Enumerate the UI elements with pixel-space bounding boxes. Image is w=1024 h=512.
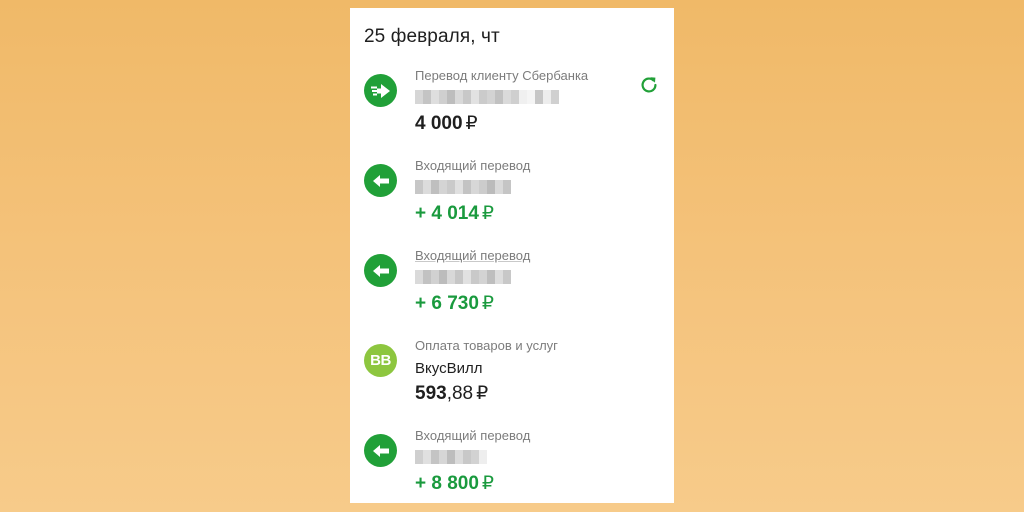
- amount-integer: 593: [415, 383, 447, 404]
- transaction-item[interactable]: Входящий перевод + 8 800 ₽: [350, 428, 674, 503]
- amount-fraction: ,88: [446, 383, 474, 404]
- currency-symbol: ₽: [481, 473, 495, 494]
- transaction-amount: 4 000 ₽: [415, 112, 478, 135]
- currency-symbol: ₽: [481, 203, 495, 224]
- transaction-amount: + 6 730 ₽: [415, 292, 494, 315]
- arrow-left-icon: [364, 434, 397, 467]
- amount-value: + 8 800: [415, 473, 479, 494]
- transaction-category: Перевод клиенту Сбербанка: [415, 68, 589, 83]
- amount-value: + 6 730: [415, 293, 479, 314]
- vkusvill-logo-text: BB: [370, 352, 391, 369]
- currency-symbol: ₽: [476, 383, 489, 404]
- sender-name-blurred: [415, 270, 511, 284]
- arrow-left-icon: [364, 164, 397, 197]
- transaction-item[interactable]: Входящий перевод + 4 014 ₽: [350, 158, 674, 238]
- repeat-icon[interactable]: [638, 74, 660, 96]
- arrow-left-icon: [364, 254, 397, 287]
- merchant-name: ВкусВилл: [415, 360, 483, 377]
- date-header: 25 февраля, чт: [364, 26, 500, 47]
- transactions-card: 25 февраля, чт Перевод клиенту Сбербанка…: [350, 8, 674, 503]
- transaction-amount: + 8 800 ₽: [415, 472, 494, 495]
- recipient-name-blurred: [415, 90, 559, 104]
- vkusvill-logo-icon: BB: [364, 344, 397, 377]
- currency-symbol: ₽: [481, 293, 495, 314]
- transaction-category: Входящий перевод: [415, 428, 531, 443]
- transaction-item[interactable]: BB Оплата товаров и услуг ВкусВилл 593,8…: [350, 338, 674, 418]
- transaction-amount: 593,88 ₽: [415, 382, 488, 405]
- amount-value: + 4 014: [415, 203, 479, 224]
- transaction-category: Входящий перевод: [415, 158, 531, 173]
- transaction-item[interactable]: Перевод клиенту Сбербанка 4 000 ₽: [350, 68, 674, 148]
- transaction-category: Оплата товаров и услуг: [415, 338, 558, 353]
- amount-value: 4 000: [415, 113, 463, 134]
- transaction-category: Входящий перевод: [415, 248, 531, 263]
- arrow-right-fast-icon: [364, 74, 397, 107]
- sender-name-blurred: [415, 180, 511, 194]
- sender-name-blurred: [415, 450, 487, 464]
- currency-symbol: ₽: [465, 113, 478, 134]
- transaction-amount: + 4 014 ₽: [415, 202, 494, 225]
- transaction-item[interactable]: Входящий перевод + 6 730 ₽: [350, 248, 674, 328]
